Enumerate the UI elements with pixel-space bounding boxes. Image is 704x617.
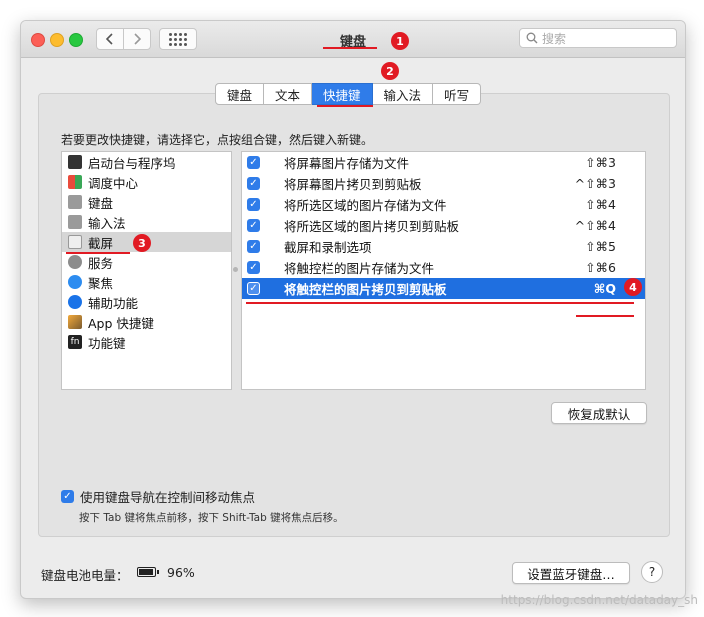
tab-bar: 键盘 文本 快捷键 输入法 听写 xyxy=(215,83,482,105)
shortcut-keys[interactable]: ⌘Q xyxy=(594,281,616,296)
annotation-badge-4: 4 xyxy=(624,278,642,296)
help-button[interactable]: ? xyxy=(641,561,663,583)
shortcut-row[interactable]: ✓ 将屏幕图片存储为文件 ⇧⌘3 xyxy=(242,152,645,173)
category-label: 服务 xyxy=(88,255,114,271)
category-item-function-keys[interactable]: fn 功能键 xyxy=(62,332,231,352)
shortcut-row[interactable]: ✓ 将屏幕图片拷贝到剪贴板 ^⇧⌘3 xyxy=(242,173,645,194)
category-list: 启动台与程序坞 调度中心 键盘 输入法 截屏 服务 聚焦 辅助功能 App 快捷… xyxy=(61,151,232,390)
category-item-spotlight[interactable]: 聚焦 xyxy=(62,272,231,292)
shortcut-checkbox[interactable]: ✓ xyxy=(247,282,260,295)
category-item-mission-control[interactable]: 调度中心 xyxy=(62,172,231,192)
launchpad-icon xyxy=(68,155,82,169)
search-icon xyxy=(526,32,538,44)
keyboard-icon xyxy=(68,195,82,209)
annotation-underline-screenshots xyxy=(66,252,130,254)
shortcut-checkbox[interactable]: ✓ xyxy=(247,156,260,169)
input-method-icon xyxy=(68,215,82,229)
shortcut-row[interactable]: ✓ 将所选区域的图片存储为文件 ⇧⌘4 xyxy=(242,194,645,215)
watermark: https://blog.csdn.net/dataday_sh xyxy=(500,593,698,607)
category-label: 辅助功能 xyxy=(88,295,139,311)
tab-keyboard[interactable]: 键盘 xyxy=(215,83,265,105)
annotation-underline-title xyxy=(323,47,377,49)
category-item-accessibility[interactable]: 辅助功能 xyxy=(62,292,231,312)
battery-label: 键盘电池电量： xyxy=(41,568,129,583)
battery-percent: 96% xyxy=(167,565,195,580)
fn-key-icon: fn xyxy=(68,335,82,349)
shortcut-checkbox[interactable]: ✓ xyxy=(247,219,260,232)
annotation-underline-keys xyxy=(576,315,634,317)
shortcut-keys[interactable]: ⇧⌘6 xyxy=(585,260,616,275)
shortcut-checkbox[interactable]: ✓ xyxy=(247,198,260,211)
title-bar: 键盘 搜索 xyxy=(21,21,685,58)
shortcut-checkbox[interactable]: ✓ xyxy=(247,261,260,274)
accessibility-icon xyxy=(68,295,82,309)
mission-control-icon xyxy=(68,175,82,189)
shortcut-label: 将所选区域的图片拷贝到剪贴板 xyxy=(284,219,460,234)
shortcut-keys[interactable]: ⇧⌘4 xyxy=(585,197,616,212)
category-item-app-shortcuts[interactable]: App 快捷键 xyxy=(62,312,231,332)
keyboard-navigation-label: 使用键盘导航在控制间移动焦点 xyxy=(80,490,256,505)
shortcut-checkbox[interactable]: ✓ xyxy=(247,177,260,190)
annotation-badge-1: 1 xyxy=(391,32,409,50)
spotlight-icon xyxy=(68,275,82,289)
category-label: 截屏 xyxy=(88,235,114,251)
tab-text[interactable]: 文本 xyxy=(264,83,313,105)
annotation-badge-3: 3 xyxy=(133,234,151,252)
shortcut-label: 将触控栏的图片拷贝到剪贴板 xyxy=(284,282,447,297)
category-label: 输入法 xyxy=(88,215,126,231)
shortcut-row[interactable]: ✓ 将触控栏的图片存储为文件 ⇧⌘6 xyxy=(242,257,645,278)
setup-bluetooth-keyboard-button[interactable]: 设置蓝牙键盘… xyxy=(512,562,630,584)
app-shortcuts-icon xyxy=(68,315,82,329)
shortcut-keys[interactable]: ⇧⌘5 xyxy=(585,239,616,254)
category-item-keyboard[interactable]: 键盘 xyxy=(62,192,231,212)
annotation-underline-row xyxy=(246,302,634,304)
shortcut-keys[interactable]: ⇧⌘3 xyxy=(585,155,616,170)
shortcut-row[interactable]: ✓ 将所选区域的图片拷贝到剪贴板 ^⇧⌘4 xyxy=(242,215,645,236)
category-label: App 快捷键 xyxy=(88,315,154,331)
shortcut-label: 将屏幕图片存储为文件 xyxy=(284,156,410,171)
shortcut-label: 截屏和录制选项 xyxy=(284,240,372,255)
shortcut-checkbox[interactable]: ✓ xyxy=(247,240,260,253)
tab-dictation[interactable]: 听写 xyxy=(433,83,482,105)
shortcut-label: 将所选区域的图片存储为文件 xyxy=(284,198,447,213)
search-field[interactable]: 搜索 xyxy=(519,28,677,48)
category-item-services[interactable]: 服务 xyxy=(62,252,231,272)
restore-defaults-button[interactable]: 恢复成默认 xyxy=(551,402,647,424)
fn-glyph: fn xyxy=(70,337,80,347)
annotation-badge-2: 2 xyxy=(381,62,399,80)
tab-shortcuts[interactable]: 快捷键 xyxy=(312,83,373,105)
keyboard-navigation-checkbox[interactable]: ✓ xyxy=(61,490,74,503)
shortcut-label: 将触控栏的图片存储为文件 xyxy=(284,261,435,276)
instruction-text: 若要更改快捷键，请选择它，点按组合键，然后键入新键。 xyxy=(61,133,374,147)
category-label: 调度中心 xyxy=(88,175,139,191)
category-label: 功能键 xyxy=(88,335,126,351)
split-view-handle[interactable] xyxy=(233,267,238,272)
category-item-input-sources[interactable]: 输入法 xyxy=(62,212,231,232)
shortcut-keys[interactable]: ^⇧⌘3 xyxy=(575,176,616,191)
shortcut-list: ✓ 将屏幕图片存储为文件 ⇧⌘3 ✓ 将屏幕图片拷贝到剪贴板 ^⇧⌘3 ✓ 将所… xyxy=(241,151,646,390)
category-label: 聚焦 xyxy=(88,275,114,291)
category-label: 启动台与程序坞 xyxy=(88,155,176,171)
keyboard-navigation-hint: 按下 Tab 键将焦点前移，按下 Shift-Tab 键将焦点后移。 xyxy=(79,512,344,524)
annotation-underline-tab xyxy=(317,105,373,107)
shortcut-keys[interactable]: ^⇧⌘4 xyxy=(575,218,616,233)
category-item-launchpad[interactable]: 启动台与程序坞 xyxy=(62,152,231,172)
keyboard-navigation-option[interactable]: ✓ 使用键盘导航在控制间移动焦点 xyxy=(61,487,255,506)
shortcut-label: 将屏幕图片拷贝到剪贴板 xyxy=(284,177,422,192)
category-label: 键盘 xyxy=(88,195,114,211)
tab-input-sources[interactable]: 输入法 xyxy=(372,83,434,105)
battery-cap xyxy=(157,570,159,574)
search-placeholder: 搜索 xyxy=(542,31,567,46)
battery-icon xyxy=(137,567,156,577)
screenshot-icon xyxy=(68,235,82,249)
battery-fill xyxy=(139,569,154,575)
services-gear-icon xyxy=(68,255,82,269)
shortcut-row-selected[interactable]: ✓ 将触控栏的图片拷贝到剪贴板 ⌘Q xyxy=(242,278,645,299)
shortcut-row[interactable]: ✓ 截屏和录制选项 ⇧⌘5 xyxy=(242,236,645,257)
